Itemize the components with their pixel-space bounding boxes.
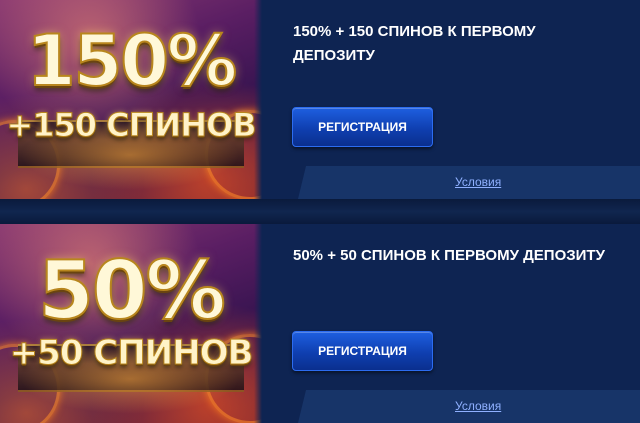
offer-card: 150% +150 СПИНОВ 150% + 150 СПИНОВ К ПЕР… — [0, 0, 640, 199]
banner-percent-text: 150% — [26, 19, 238, 103]
promo-banner-image: 50% +50 СПИНОВ — [0, 224, 262, 423]
terms-link[interactable]: Условия — [455, 175, 501, 189]
offer-title: 150% + 150 СПИНОВ К ПЕРВОМУ ДЕПОЗИТУ — [293, 23, 536, 64]
terms-link[interactable]: Условия — [455, 399, 501, 413]
card-separator — [0, 199, 640, 224]
offer-title: 50% + 50 СПИНОВ К ПЕРВОМУ ДЕПОЗИТУ — [293, 247, 605, 264]
promo-banner-image: 150% +150 СПИНОВ — [0, 0, 262, 199]
offer-card: 50% +50 СПИНОВ 50% + 50 СПИНОВ К ПЕРВОМУ… — [0, 224, 640, 423]
banner-percent-text: 50% — [37, 243, 226, 338]
banner-spins-text: +50 СПИНОВ — [9, 333, 254, 374]
register-button[interactable]: РЕГИСТРАЦИЯ — [292, 107, 433, 147]
banner-spins-text: +150 СПИНОВ — [6, 106, 257, 145]
register-button[interactable]: РЕГИСТРАЦИЯ — [292, 331, 433, 371]
